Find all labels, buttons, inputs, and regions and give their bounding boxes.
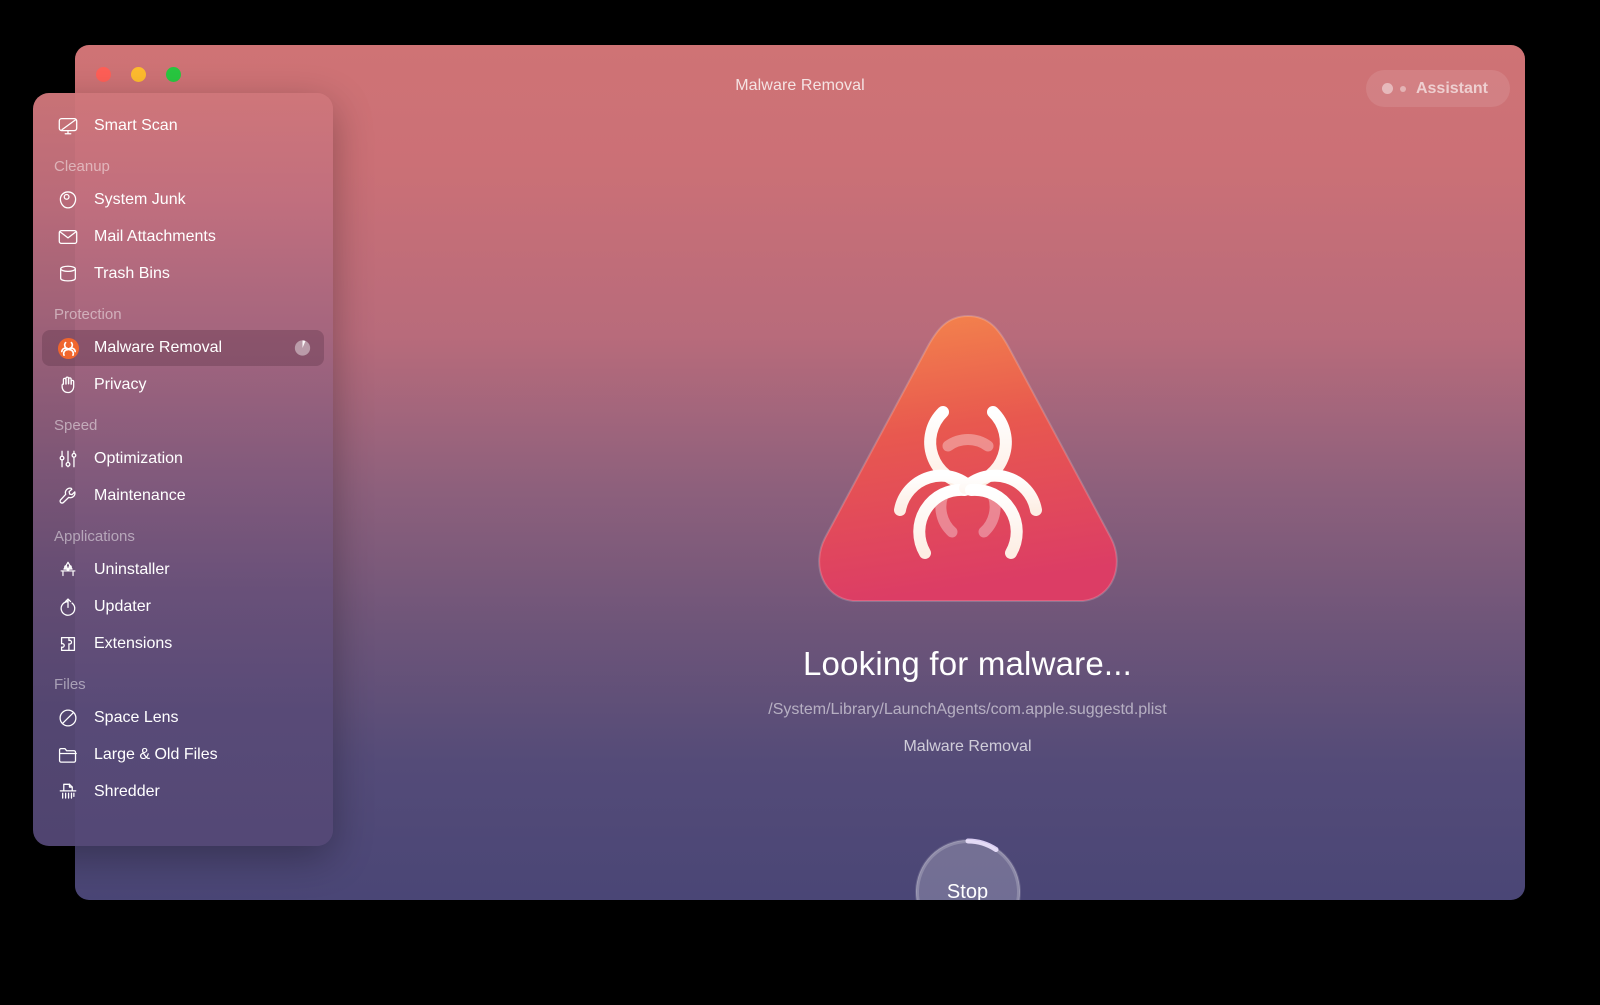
sidebar-item-shredder[interactable]: Shredder xyxy=(42,774,324,810)
sidebar-section-applications: Applications xyxy=(54,528,135,545)
sidebar-item-label: Shredder xyxy=(94,783,160,800)
smart-scan-icon xyxy=(54,114,82,138)
sidebar-item-label: Extensions xyxy=(94,635,173,652)
screenshot-stage: Malware Removal Assistant Looking for ma… xyxy=(0,0,1600,1005)
sidebar-item-mail-attachments[interactable]: Mail Attachments xyxy=(42,219,324,255)
system-junk-icon xyxy=(54,188,82,212)
sidebar-item-label: Mail Attachments xyxy=(94,228,216,245)
updater-icon xyxy=(54,595,82,619)
sidebar-item-large-old-files[interactable]: Large & Old Files xyxy=(42,737,324,773)
status-subtitle: Malware Removal xyxy=(903,738,1032,755)
assistant-button[interactable]: Assistant xyxy=(1365,70,1510,107)
sidebar-section-protection: Protection xyxy=(54,306,122,323)
sidebar-item-trash-bins[interactable]: Trash Bins xyxy=(42,256,324,292)
extensions-puzzle-icon xyxy=(54,632,82,656)
sidebar-item-label: Malware Removal xyxy=(94,339,223,356)
sidebar-item-label: Privacy xyxy=(94,376,147,393)
sidebar-item-optimization[interactable]: Optimization xyxy=(42,441,324,477)
scan-status: Looking for malware... /System/Library/L… xyxy=(410,645,1525,756)
sidebar-item-label: Space Lens xyxy=(94,709,179,726)
sidebar-item-privacy[interactable]: Privacy xyxy=(42,367,324,403)
assistant-dot-small-icon xyxy=(1399,85,1406,92)
assistant-dot-large-icon xyxy=(1381,83,1393,94)
space-lens-icon xyxy=(54,706,82,730)
sidebar-section-cleanup: Cleanup xyxy=(54,158,110,175)
biohazard-icon xyxy=(54,336,82,360)
sidebar-item-label: Trash Bins xyxy=(94,265,170,282)
sidebar-item-label: Optimization xyxy=(94,450,183,467)
privacy-hand-icon xyxy=(54,373,82,397)
shredder-icon xyxy=(54,780,82,804)
sidebar-item-uninstaller[interactable]: Uninstaller xyxy=(42,552,324,588)
main-content: Looking for malware... /System/Library/L… xyxy=(410,105,1525,900)
biohazard-triangle-icon xyxy=(813,310,1123,610)
sidebar-item-label: Uninstaller xyxy=(94,561,170,578)
sliders-icon xyxy=(54,447,82,471)
mail-attachments-icon xyxy=(54,225,82,249)
sidebar-item-system-junk[interactable]: System Junk xyxy=(42,182,324,218)
status-path: /System/Library/LaunchAgents/com.apple.s… xyxy=(768,701,1167,718)
sidebar-item-updater[interactable]: Updater xyxy=(42,589,324,625)
sidebar-section-speed: Speed xyxy=(54,417,98,434)
sidebar-item-label: Maintenance xyxy=(94,487,186,504)
sidebar-item-label: Large & Old Files xyxy=(94,746,218,763)
sidebar: Smart Scan Cleanup System Junk Mail Atta… xyxy=(33,93,333,846)
sidebar-item-label: System Junk xyxy=(94,191,186,208)
stop-button-wrapper: Stop xyxy=(914,838,1021,901)
sidebar-item-maintenance[interactable]: Maintenance xyxy=(42,478,324,514)
trash-bins-icon xyxy=(54,262,82,286)
sidebar-scan-progress-indicator xyxy=(294,340,311,357)
folder-icon xyxy=(54,743,82,767)
status-title: Looking for malware... xyxy=(802,645,1133,682)
sidebar-item-label: Smart Scan xyxy=(94,117,178,134)
sidebar-item-label: Updater xyxy=(94,598,151,615)
assistant-label: Assistant xyxy=(1415,79,1488,97)
sidebar-item-smart-scan[interactable]: Smart Scan xyxy=(42,108,324,144)
sidebar-item-malware-removal[interactable]: Malware Removal xyxy=(42,330,324,366)
stop-button-label: Stop xyxy=(946,880,989,901)
stop-button[interactable]: Stop xyxy=(915,840,1020,901)
sidebar-section-files: Files xyxy=(54,676,86,693)
sidebar-item-extensions[interactable]: Extensions xyxy=(42,626,324,662)
uninstaller-icon xyxy=(54,558,82,582)
sidebar-item-space-lens[interactable]: Space Lens xyxy=(42,700,324,736)
wrench-icon xyxy=(54,484,82,508)
